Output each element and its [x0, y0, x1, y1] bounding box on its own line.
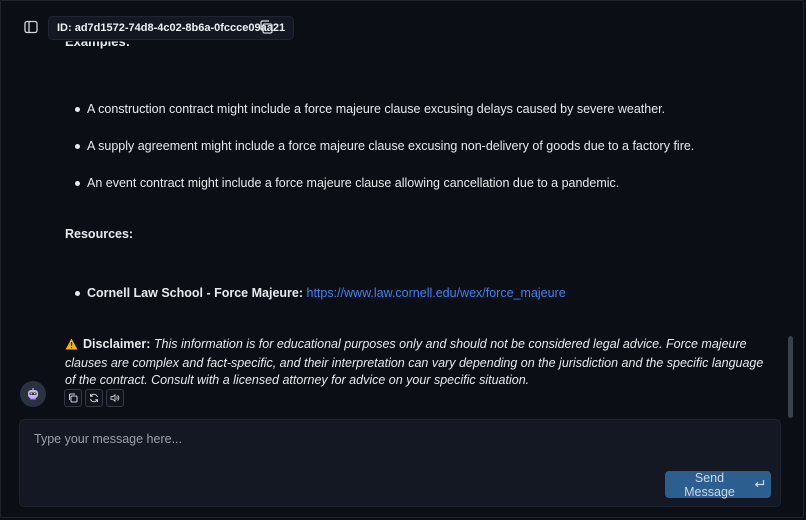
resource-label: Cornell Law School - Force Majeure:: [87, 286, 304, 300]
send-button-label: Send Message: [684, 470, 735, 499]
disclaimer-text: This information is for educational purp…: [65, 337, 764, 387]
copy-icon[interactable]: [64, 389, 82, 407]
enter-icon: [754, 478, 765, 492]
send-message-button[interactable]: Send Message: [665, 470, 771, 499]
disclaimer: Disclaimer: This information is for educ…: [65, 336, 770, 389]
list-item: An event contract might include a force …: [65, 176, 694, 213]
chat-messages: Examples: A construction contract might …: [0, 40, 790, 412]
speaker-icon[interactable]: [106, 389, 124, 407]
list-item: A supply agreement might include a force…: [65, 139, 694, 176]
scrollbar[interactable]: [788, 336, 793, 418]
regenerate-icon[interactable]: [85, 389, 103, 407]
disclaimer-label: Disclaimer:: [83, 337, 151, 351]
examples-heading: Examples:: [65, 40, 131, 50]
message-composer: Send Message: [19, 419, 781, 507]
resource-link[interactable]: https://www.law.cornell.edu/wex/force_ma…: [307, 286, 566, 300]
message-input[interactable]: [32, 430, 656, 474]
assistant-avatar: [20, 381, 46, 407]
sidebar-toggle-icon[interactable]: [22, 18, 40, 36]
chat-id-text: ID: ad7d1572-74d8-4c02-8b6a-0fccce09aa21: [57, 22, 286, 34]
copy-icon[interactable]: [258, 19, 274, 35]
warning-icon: [65, 338, 78, 355]
examples-list: A construction contract might include a …: [65, 102, 694, 213]
message-actions: [64, 389, 124, 407]
resources-heading: Resources:: [65, 227, 134, 241]
resource-item: Cornell Law School - Force Majeure: http…: [65, 286, 566, 300]
list-item: A construction contract might include a …: [65, 102, 694, 139]
